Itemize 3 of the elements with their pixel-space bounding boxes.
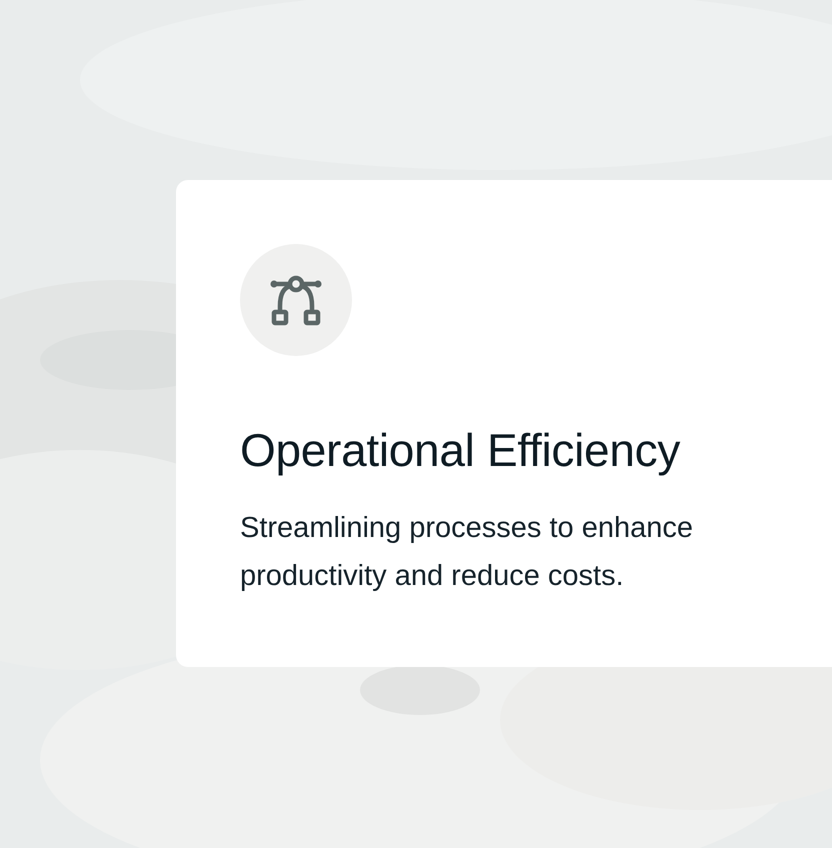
bezier-curve-icon: [240, 244, 352, 356]
card-title: Operational Efficiency: [240, 423, 680, 478]
card-description: Streamlining processes to enhance productivity and reduce costs.: [240, 511, 694, 594]
